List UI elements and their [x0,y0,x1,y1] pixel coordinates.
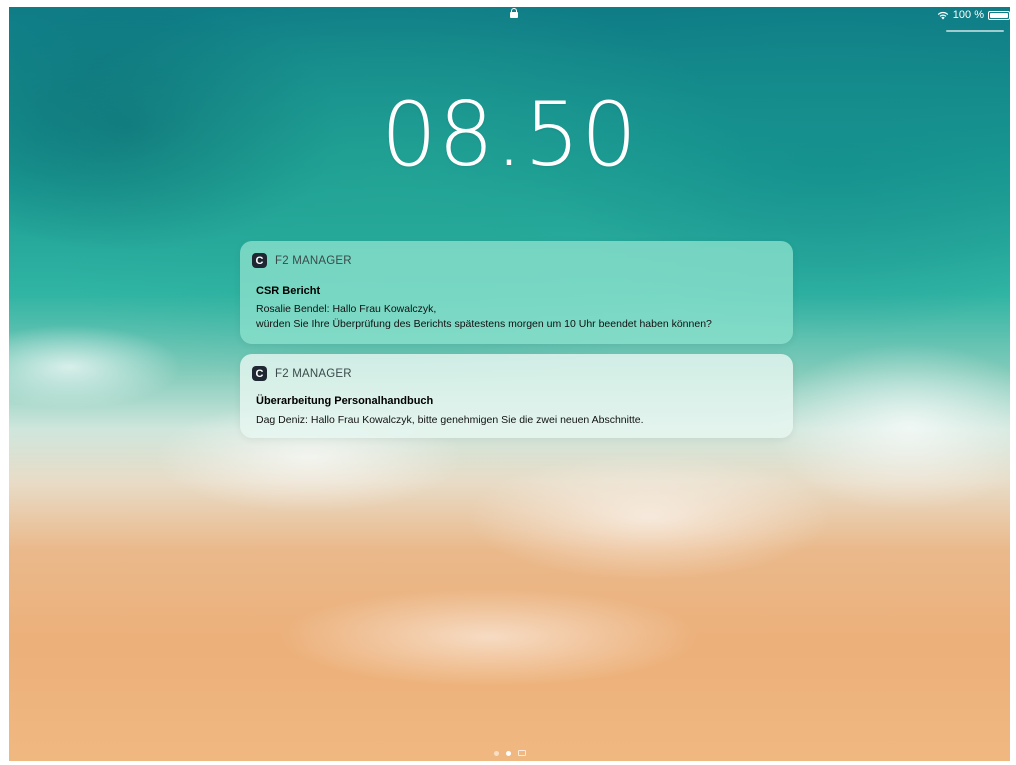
notification-body-line: würden Sie Ihre Überprüfung des Berichts… [256,318,712,330]
app-name: F2 MANAGER [275,367,352,380]
lock-screen-time: 08.50 [381,83,638,186]
notification-body: Rosalie Bendel: Hallo Frau Kowalczyk, wü… [256,302,712,332]
notification-body-line: Rosalie Bendel: Hallo Frau Kowalczyk, [256,303,437,315]
notification-body: Dag Deniz: Hallo Frau Kowalczyk, bitte g… [256,413,644,428]
status-underline [946,30,1004,32]
notification-personalhandbuch[interactable]: C F2 MANAGER Überarbeitung Personalhandb… [240,354,793,438]
notification-header: C F2 MANAGER [252,253,352,268]
notification-title: Überarbeitung Personalhandbuch [256,395,434,407]
page-dot-active[interactable] [505,750,511,756]
notification-body-line: Dag Deniz: Hallo Frau Kowalczyk, bitte g… [256,414,644,426]
lock-icon [508,7,518,19]
wifi-icon [937,10,949,20]
notification-title: CSR Bericht [256,285,321,297]
notification-csr-bericht[interactable]: C F2 MANAGER CSR Bericht Rosalie Bendel:… [240,241,793,344]
page-indicator[interactable] [9,750,1010,756]
app-name: F2 MANAGER [275,254,352,267]
status-bar: 100 % [937,7,1010,23]
lock-screen: 100 % 08.50 C F2 MANAGER CSR Bericht Ros… [9,7,1010,761]
battery-percent: 100 % [952,9,984,21]
app-icon: C [252,253,267,268]
camera-icon[interactable] [517,750,526,756]
battery-icon [988,10,1010,20]
page-dot[interactable] [493,750,499,756]
app-icon: C [252,366,267,381]
notification-header: C F2 MANAGER [252,366,352,381]
